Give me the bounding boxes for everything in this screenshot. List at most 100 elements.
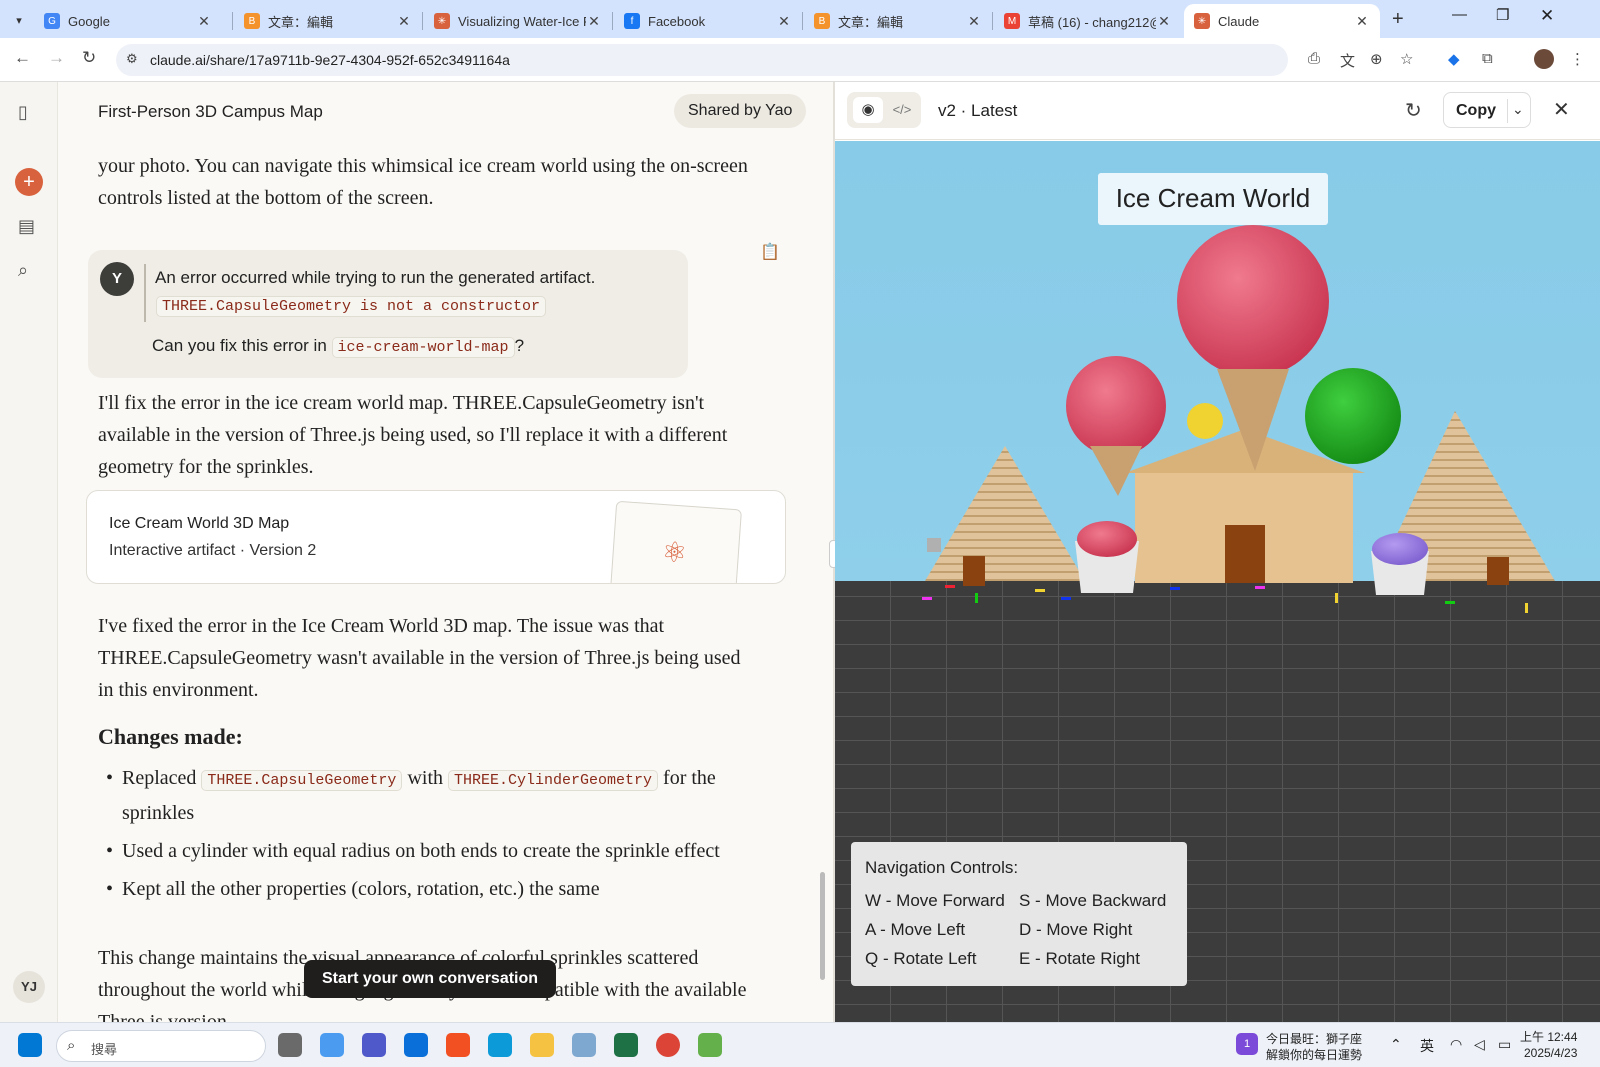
- chat-scrollbar[interactable]: [820, 872, 825, 980]
- tab-close-icon[interactable]: ✕: [396, 13, 412, 30]
- bookmark-star-icon[interactable]: ☆: [1400, 50, 1413, 68]
- translate-icon[interactable]: 文: [1340, 50, 1355, 71]
- tab-favicon-icon: ✳: [434, 13, 450, 29]
- tab-close-icon[interactable]: ✕: [1354, 13, 1370, 30]
- tab-close-icon[interactable]: ✕: [776, 13, 792, 30]
- url-text: claude.ai/share/17a9711b-9e27-4304-952f-…: [150, 52, 510, 68]
- tab-close-icon[interactable]: ✕: [586, 13, 602, 30]
- store-icon[interactable]: [446, 1033, 470, 1057]
- news-widget[interactable]: 1 今日最旺：獅子座 解鎖你的每日運勢: [1236, 1029, 1366, 1062]
- browser-tab[interactable]: ✳ Claude ✕: [1184, 4, 1380, 38]
- navigation-title: Navigation Controls:: [865, 858, 1019, 877]
- bullet1-code2: THREE.CylinderGeometry: [448, 770, 659, 791]
- hut-door-right: [1487, 557, 1509, 585]
- profile-avatar[interactable]: [1534, 49, 1554, 69]
- clock-date: 2025/4/23: [1523, 1046, 1578, 1060]
- tab-close-icon[interactable]: ✕: [196, 13, 212, 30]
- window-close-icon[interactable]: ✕: [1540, 6, 1554, 26]
- browser-tab[interactable]: B 文章：編輯 ✕: [804, 4, 992, 38]
- extension-diamond-icon[interactable]: ◆: [1448, 50, 1460, 68]
- zoom-icon[interactable]: ⊕: [1370, 50, 1383, 68]
- 3d-scene-viewport[interactable]: Ice Cream World Navigation Controls: W -…: [835, 141, 1600, 1022]
- back-icon[interactable]: ←: [14, 48, 31, 68]
- reload-icon[interactable]: ↻: [82, 48, 96, 68]
- new-tab-button[interactable]: +: [1392, 8, 1404, 31]
- tab-separator: [992, 12, 993, 30]
- giant-scoop-pink: [1177, 225, 1329, 377]
- browser-tab[interactable]: f Facebook ✕: [614, 4, 802, 38]
- edge-icon[interactable]: [488, 1033, 512, 1057]
- control-s: S - Move Backward: [1019, 891, 1167, 910]
- code-view-icon[interactable]: </>: [889, 97, 915, 123]
- tab-close-icon[interactable]: ✕: [1156, 13, 1172, 30]
- preview-eye-icon[interactable]: ◉: [853, 97, 883, 123]
- excel-icon[interactable]: [614, 1033, 638, 1057]
- artifact-type: Interactive artifact: [109, 542, 236, 559]
- wifi-icon[interactable]: ◠: [1450, 1036, 1462, 1053]
- tab-close-icon[interactable]: ✕: [966, 13, 982, 30]
- tab-title: 草稿 (16) - chang212@: [1028, 14, 1156, 30]
- chats-search-icon[interactable]: ⌕: [18, 260, 28, 281]
- tab-search-chevron-icon[interactable]: ▾: [8, 9, 30, 31]
- windows-taskbar: ⌕ 搜尋 1 今日最旺：獅子座 解鎖你的每日運勢 ⌃ 英 ◠ ◁ ▭ 上午 12…: [0, 1022, 1600, 1067]
- tab-favicon-icon: f: [624, 13, 640, 29]
- fix-request-post: ?: [514, 336, 525, 355]
- taskbar-search[interactable]: ⌕ 搜尋: [56, 1030, 266, 1062]
- input-language[interactable]: 英: [1420, 1036, 1434, 1056]
- search-icon: ⌕: [67, 1037, 76, 1054]
- artifact-panel: ◉ </> v2 · Latest ↻ Copy ⌄ ✕ Ice Cream W…: [835, 82, 1600, 1022]
- photos-icon[interactable]: [572, 1033, 596, 1057]
- atom-icon: ⚛: [660, 536, 688, 569]
- browser-tab[interactable]: ✳ Visualizing Water-Ice P ✕: [424, 4, 612, 38]
- chevron-down-icon[interactable]: ⌄: [1512, 101, 1524, 118]
- artifact-card[interactable]: Ice Cream World 3D Map Interactive artif…: [86, 490, 786, 584]
- scoop-pink-left: [1066, 356, 1166, 456]
- copy-button[interactable]: Copy: [1456, 102, 1496, 120]
- artifact-panel-header: ◉ </> v2 · Latest ↻ Copy ⌄ ✕: [835, 82, 1600, 140]
- hut-door-left: [963, 556, 985, 586]
- sidebar-toggle-icon[interactable]: ▯: [18, 102, 28, 123]
- assistant-reply-1: I'll fix the error in the ice cream worl…: [98, 392, 728, 478]
- projects-icon[interactable]: ▤: [18, 216, 35, 237]
- cup-scoop-purple: [1372, 533, 1428, 565]
- user-avatar[interactable]: YJ: [13, 971, 45, 1003]
- task-view-icon[interactable]: [278, 1033, 302, 1057]
- left-sidebar-rail: ▯ + ▤ ⌕: [0, 82, 58, 1022]
- start-conversation-button[interactable]: Start your own conversation: [304, 960, 557, 998]
- refresh-icon[interactable]: ↻: [1405, 98, 1422, 123]
- browser-tab[interactable]: B 文章：編輯 ✕: [234, 4, 422, 38]
- new-chat-plus-icon[interactable]: +: [15, 168, 43, 196]
- version-label[interactable]: v2 · Latest: [938, 101, 1017, 121]
- chrome-icon[interactable]: [656, 1033, 680, 1057]
- control-a: A - Move Left: [865, 920, 966, 939]
- list-item: Kept all the other properties (colors, r…: [98, 873, 778, 905]
- file-explorer-icon[interactable]: [530, 1033, 554, 1057]
- forward-icon[interactable]: →: [48, 48, 65, 68]
- news-line-2: 解鎖你的每日運勢: [1266, 1048, 1363, 1062]
- browser-tab[interactable]: G Google ✕: [34, 4, 222, 38]
- install-app-icon[interactable]: ⎙: [1308, 50, 1320, 67]
- minimize-icon[interactable]: —: [1452, 6, 1467, 23]
- browser-menu-icon[interactable]: ⋮: [1570, 50, 1585, 68]
- battery-icon[interactable]: ▭: [1498, 1036, 1511, 1053]
- tab-favicon-icon: M: [1004, 13, 1020, 29]
- bullet1-a: Replaced: [122, 767, 197, 789]
- extensions-puzzle-icon[interactable]: ⧉: [1482, 50, 1493, 67]
- close-panel-icon[interactable]: ✕: [1553, 97, 1570, 122]
- copy-separator: [1507, 99, 1508, 123]
- omnibox[interactable]: ⚙ claude.ai/share/17a9711b-9e27-4304-952…: [116, 44, 1288, 76]
- restore-icon[interactable]: ❐: [1496, 6, 1509, 24]
- chat-header: First-Person 3D Campus Map Shared by Yao: [58, 82, 833, 142]
- site-info-icon[interactable]: ⚙: [126, 51, 138, 67]
- tray-chevron-up-icon[interactable]: ⌃: [1390, 1036, 1402, 1053]
- volume-icon[interactable]: ◁: [1474, 1036, 1485, 1053]
- teams-icon[interactable]: [362, 1033, 386, 1057]
- system-clock[interactable]: 上午 12:44 2025/4/23: [1520, 1029, 1577, 1061]
- notepad-icon[interactable]: [698, 1033, 722, 1057]
- copy-clipboard-icon[interactable]: 📋: [760, 242, 780, 262]
- copilot-icon[interactable]: [320, 1033, 344, 1057]
- mail-icon[interactable]: [404, 1033, 428, 1057]
- browser-tab[interactable]: M 草稿 (16) - chang212@ ✕: [994, 4, 1182, 38]
- start-windows-icon[interactable]: [18, 1033, 42, 1057]
- scene-title: Ice Cream World: [1116, 183, 1311, 213]
